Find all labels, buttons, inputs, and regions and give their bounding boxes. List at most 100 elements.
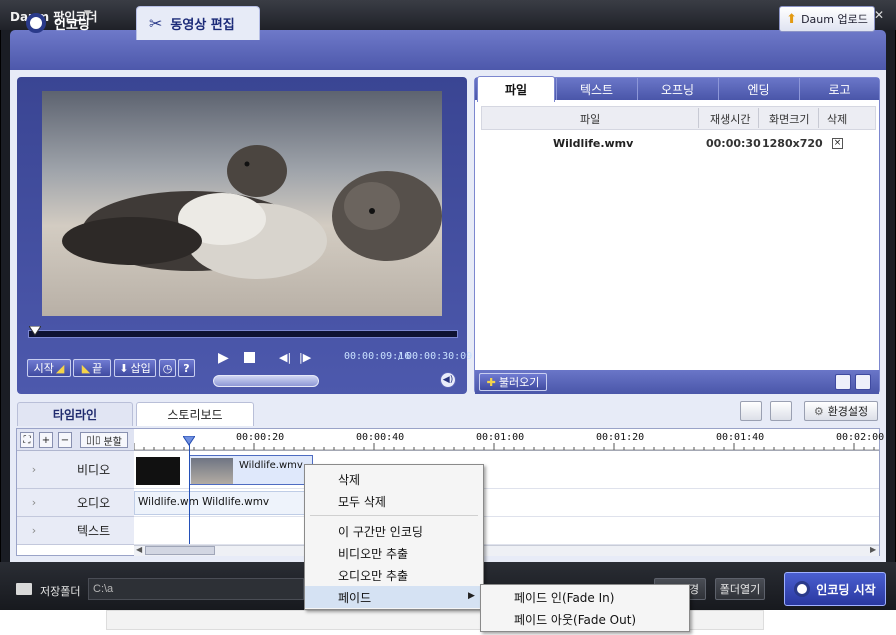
- folder-icon[interactable]: [740, 401, 762, 421]
- clock-button[interactable]: ◷: [159, 359, 176, 377]
- play-icon[interactable]: ▶: [218, 350, 229, 366]
- help-label: ?: [183, 361, 190, 375]
- ruler-label: 00:01:00: [476, 432, 525, 443]
- title-bar: [0, 0, 896, 30]
- timeline-scroll-thumb[interactable]: [145, 546, 215, 555]
- audio-clip-label: Wildlife.wm Wildlife.wmv: [138, 496, 270, 508]
- scroll-left-icon[interactable]: ◀: [136, 545, 142, 554]
- seek-handle[interactable]: [29, 326, 41, 336]
- open-folder-label: 폴더열기: [719, 583, 761, 596]
- video-clip-thumbnail: [191, 458, 233, 484]
- list-view-icon[interactable]: [855, 374, 871, 390]
- preview-image: [42, 91, 442, 316]
- upload-arrow-icon: ⬆: [786, 11, 798, 27]
- set-start-button[interactable]: 시작 ◢: [27, 359, 71, 377]
- ruler-label: 00:00:40: [356, 432, 405, 443]
- film-reel-icon: [26, 13, 46, 33]
- video-clip-black[interactable]: [136, 457, 180, 485]
- daum-upload-button[interactable]: ⬆ Daum 업로드: [779, 6, 875, 32]
- preview-zoom-slider[interactable]: [213, 375, 319, 387]
- file-resolution-cell: 1280x720: [762, 137, 823, 150]
- tab-file[interactable]: 파일: [477, 76, 555, 102]
- text-track[interactable]: [134, 517, 879, 545]
- tab-text[interactable]: 텍스트: [556, 78, 636, 100]
- time-separator: /: [398, 351, 402, 362]
- help-button[interactable]: ?: [178, 359, 195, 377]
- playhead-handle[interactable]: [183, 436, 195, 446]
- tab-video-editing[interactable]: ✂ 동영상 편집: [136, 6, 260, 40]
- open-folder-button[interactable]: 폴더열기: [715, 578, 765, 600]
- tab-opening[interactable]: 오프닝: [637, 78, 717, 100]
- volume-icon[interactable]: ◀): [440, 372, 456, 388]
- prev-frame-icon[interactable]: ◀|: [279, 351, 291, 364]
- split-icon: ▯|▯: [86, 434, 101, 446]
- tab-editing-label: 동영상 편집: [170, 18, 235, 33]
- tab-encoding-label: 인코딩: [54, 17, 90, 33]
- menu-item-fade-out[interactable]: 페이드 아웃(Fade Out): [481, 608, 689, 630]
- tab-storyboard[interactable]: 스토리보드: [136, 402, 254, 426]
- file-name-cell[interactable]: Wildlife.wmv: [553, 137, 633, 150]
- expand-chevron-icon[interactable]: ›: [17, 496, 51, 509]
- column-file[interactable]: 파일: [580, 111, 600, 127]
- track-label-audio: 오디오: [77, 496, 111, 510]
- total-time: 00:00:30:09: [406, 351, 473, 362]
- save-path-input[interactable]: [88, 578, 304, 600]
- end-marker-icon: ◣: [81, 361, 91, 375]
- split-label: 분할: [103, 436, 122, 448]
- menu-item-extract-video[interactable]: 비디오만 추출: [305, 542, 483, 564]
- tab-ending[interactable]: 엔딩: [718, 78, 798, 100]
- track-label-video: 비디오: [77, 463, 111, 477]
- ruler-label: 00:00:20: [236, 432, 285, 443]
- tab-logo[interactable]: 로고: [799, 78, 879, 100]
- column-divider: [818, 108, 819, 128]
- submenu-arrow-icon: ▶: [468, 591, 475, 601]
- seek-bar[interactable]: [28, 330, 458, 338]
- column-delete[interactable]: 삭제: [827, 111, 847, 127]
- change-folder-label: 경: [688, 583, 699, 596]
- split-button[interactable]: ▯|▯ 분할: [80, 432, 128, 448]
- save-icon[interactable]: [770, 401, 792, 421]
- grid-view-icon[interactable]: [835, 374, 851, 390]
- folder-icon: [16, 583, 32, 595]
- start-marker-icon: ◢: [55, 361, 65, 375]
- menu-item-delete[interactable]: 삭제: [305, 468, 483, 490]
- tab-encoding[interactable]: 인코딩: [14, 6, 134, 40]
- delete-file-button[interactable]: ×: [832, 138, 843, 149]
- next-frame-icon[interactable]: |▶: [299, 351, 311, 364]
- column-divider: [698, 108, 699, 128]
- ruler-label: 00:02:00: [836, 432, 885, 443]
- set-end-label: 끝: [92, 362, 103, 375]
- insert-button[interactable]: ⬇ 삽입: [114, 359, 156, 377]
- timeline-scrollbar[interactable]: [134, 545, 879, 556]
- playhead-line: [189, 444, 190, 544]
- load-label: 불러오기: [498, 376, 540, 389]
- start-encoding-button[interactable]: 인코딩 시작: [784, 572, 886, 606]
- track-header-audio[interactable]: › 오디오: [17, 489, 134, 517]
- track-header-text[interactable]: › 텍스트: [17, 517, 134, 545]
- menu-item-extract-audio[interactable]: 오디오만 추출: [305, 564, 483, 586]
- menu-item-encode-range[interactable]: 이 구간만 인코딩: [305, 520, 483, 542]
- load-file-button[interactable]: ✚ 불러오기: [479, 373, 547, 391]
- zoom-in-icon[interactable]: +: [39, 432, 53, 448]
- download-arrow-icon: ⬇: [119, 361, 129, 375]
- column-duration[interactable]: 재생시간: [710, 111, 750, 127]
- scroll-right-icon[interactable]: ▶: [870, 545, 876, 554]
- column-resolution[interactable]: 화면크기: [769, 111, 809, 127]
- menu-item-fade[interactable]: 페이드: [305, 586, 483, 608]
- tab-timeline[interactable]: 타임라인: [17, 402, 133, 426]
- zoom-out-icon[interactable]: −: [58, 432, 72, 448]
- start-encoding-label: 인코딩 시작: [816, 582, 876, 597]
- expand-chevron-icon[interactable]: ›: [17, 524, 51, 537]
- track-header-video[interactable]: › 비디오: [17, 451, 134, 489]
- fit-icon[interactable]: ⛶: [20, 432, 34, 448]
- track-label-text: 텍스트: [77, 524, 111, 538]
- expand-chevron-icon[interactable]: ›: [17, 463, 51, 476]
- set-end-button[interactable]: ◣ 끝: [73, 359, 111, 377]
- menu-item-fade-in[interactable]: 페이드 인(Fade In): [481, 586, 689, 608]
- insert-label: 삽입: [130, 362, 151, 375]
- stop-icon[interactable]: [244, 352, 255, 363]
- menu-item-delete-all[interactable]: 모두 삭제: [305, 490, 483, 512]
- file-duration-cell: 00:00:30: [706, 137, 761, 150]
- column-divider: [758, 108, 759, 128]
- settings-button[interactable]: ⚙ 환경설정: [804, 401, 878, 421]
